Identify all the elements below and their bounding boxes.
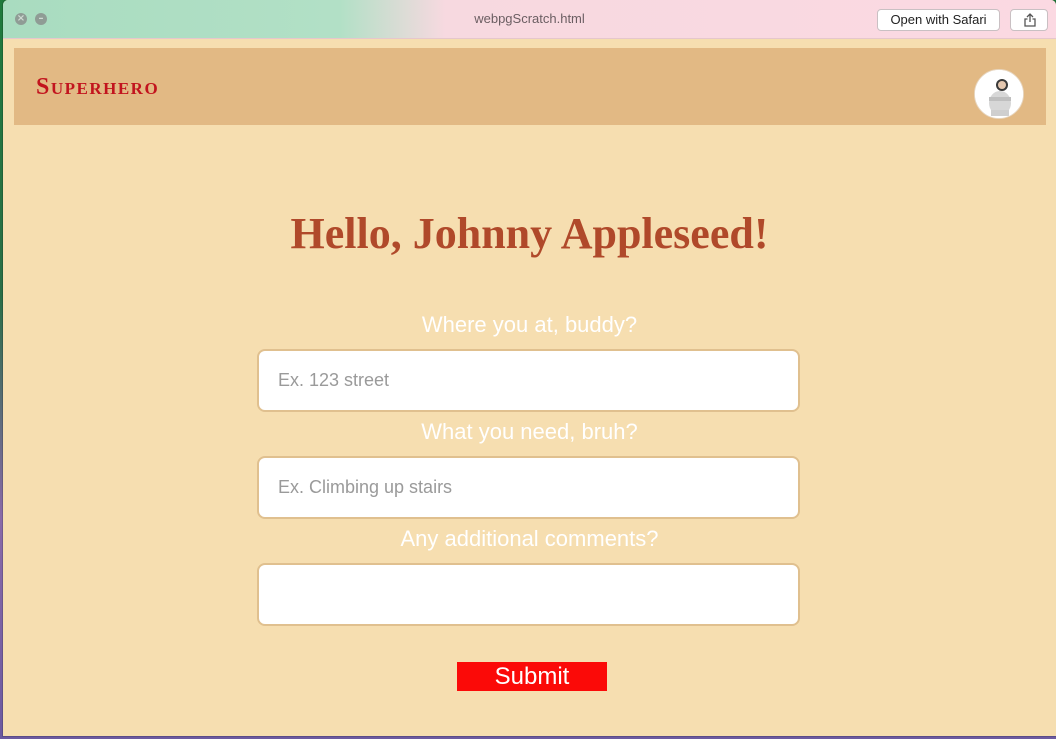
navbar: Superhero bbox=[14, 48, 1046, 125]
address-input[interactable] bbox=[257, 349, 800, 412]
submit-button[interactable]: Submit bbox=[457, 662, 607, 691]
page-content: Superhero Hello, Johnny Appleseed! Where… bbox=[5, 40, 1054, 736]
address-label: Where you at, buddy? bbox=[421, 312, 638, 337]
open-with-safari-button[interactable]: Open with Safari bbox=[877, 9, 1000, 31]
comments-input[interactable] bbox=[257, 563, 800, 626]
need-label: What you need, bruh? bbox=[421, 419, 638, 444]
comments-label: Any additional comments? bbox=[400, 526, 659, 551]
avatar[interactable] bbox=[974, 69, 1024, 119]
share-button[interactable] bbox=[1010, 9, 1048, 31]
share-icon bbox=[1024, 13, 1036, 27]
profile-avatar-icon bbox=[975, 70, 1023, 118]
browser-window: × – webpgScratch.html Open with Safari S… bbox=[3, 0, 1056, 736]
title-bar: × – webpgScratch.html Open with Safari bbox=[3, 0, 1056, 39]
need-input[interactable] bbox=[257, 456, 800, 519]
site-logo[interactable]: Superhero bbox=[36, 74, 159, 101]
greeting-heading: Hello, Johnny Appleseed! bbox=[290, 209, 769, 258]
